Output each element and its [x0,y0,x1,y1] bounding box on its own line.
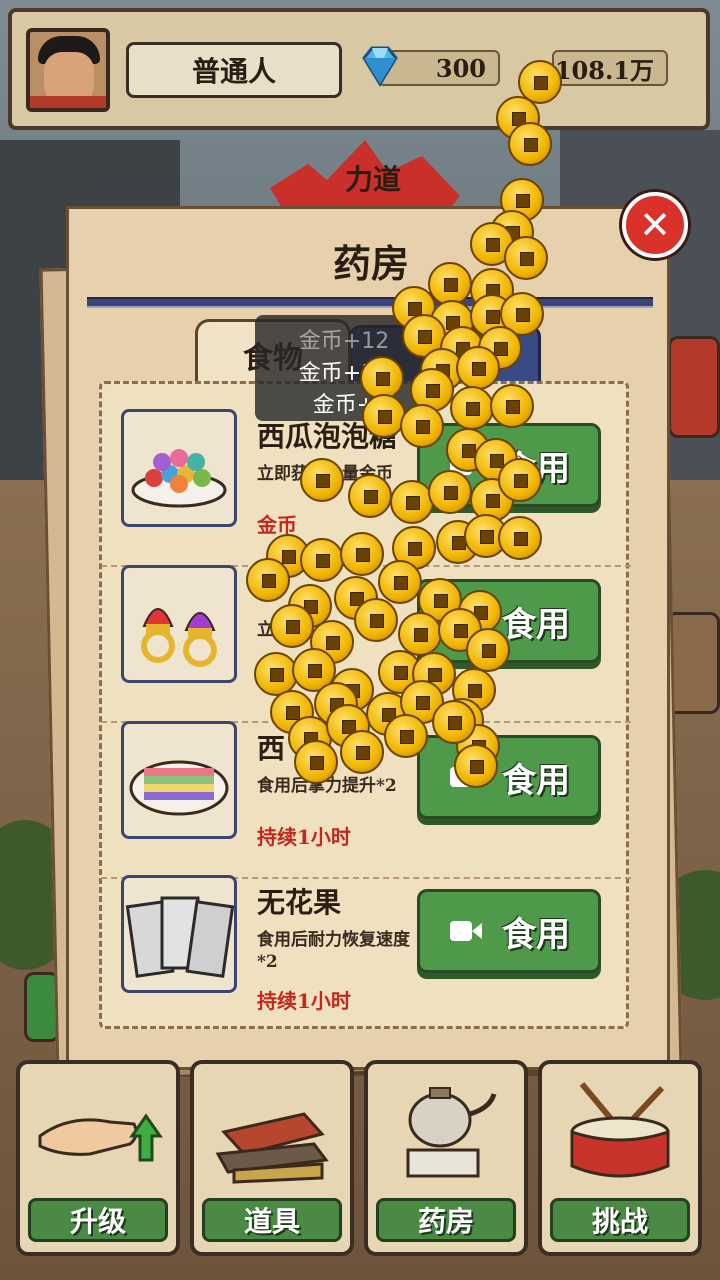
use-button[interactable]: 食用 [417,579,601,663]
reward-toast: 金币+12 金币+12 金币+ [255,315,433,421]
gem-count: 300 [435,53,486,83]
teapot-icon [406,1087,497,1178]
use-button-label: 食用 [502,914,570,955]
video-icon [450,767,482,787]
item-duration: 持续1小时 [257,825,351,849]
item-duration: 持续1小时 [257,989,351,1013]
nav-items[interactable]: 道具 [190,1060,354,1256]
layer-cake-icon [121,721,237,839]
coin-counter: 108.1万 [552,50,668,86]
item-duration: 金币 [257,513,297,537]
coin-count: 108.1万 [554,55,654,85]
nav-label: 药房 [417,1205,474,1238]
list-item: 西 食用后掌力提升*2 持续1小时 食用 [101,721,631,879]
item-desc: 立即获得大量金币 [257,464,393,484]
use-button-label: 食用 [502,760,570,801]
ring-pop-icon [121,565,237,683]
use-button-label: 食用 [502,448,570,489]
nav-label: 升级 [69,1205,126,1238]
drum-icon [570,1082,670,1178]
list-item: 西瓜泡泡糖 立即获得大量金币 金币 食用 [101,409,631,567]
item-name: 西瓜泡泡糖 [257,420,398,453]
power-label: 力道 [345,163,402,196]
reward-text: 金币+ [312,393,376,418]
video-icon [450,455,482,475]
use-button[interactable]: 食用 [417,889,601,973]
rank-plate: 普通人 [126,42,342,98]
avatar[interactable] [26,28,110,112]
item-name: 无花果 [257,886,342,919]
diamond-icon [362,46,398,87]
video-icon [450,921,482,941]
video-icon [450,611,482,631]
rank-title: 普通人 [191,55,276,88]
close-icon: ✕ [639,203,671,247]
nav-label: 挑战 [591,1205,648,1238]
ranking-side-button[interactable] [668,336,720,438]
palm-upgrade-icon [38,1113,163,1162]
pharmacy-panel: 药房 食物 西瓜泡泡糖 立即获得大量金币 金币 食用 [66,206,670,1070]
nav-pharmacy[interactable]: 药房 [364,1060,528,1256]
item-name: 西 [257,732,286,765]
use-button-label: 食用 [502,604,570,645]
nav-challenge[interactable]: 挑战 [538,1060,702,1256]
candy-bowl-icon [121,409,237,527]
nav-upgrade[interactable]: 升级 [16,1060,180,1256]
panel-title: 药房 [332,241,409,286]
use-button[interactable]: 食用 [417,423,601,507]
snack-packs-icon [121,875,237,993]
reward-text: 金币+12 [298,329,390,354]
nav-label: 道具 [243,1205,300,1238]
close-button[interactable]: ✕ [622,192,688,258]
list-item: 立即 食用 [101,565,631,723]
reward-text: 金币+12 [298,361,390,386]
title-divider [87,297,653,308]
list-item: 无花果 食用后耐力恢复速度*2 持续1小时 食用 [121,875,621,1023]
item-desc: 食用后耐力恢复速度*2 [257,930,410,972]
item-desc: 立即 [257,620,291,640]
use-button[interactable]: 食用 [417,735,601,819]
bricks-icon [215,1112,329,1184]
